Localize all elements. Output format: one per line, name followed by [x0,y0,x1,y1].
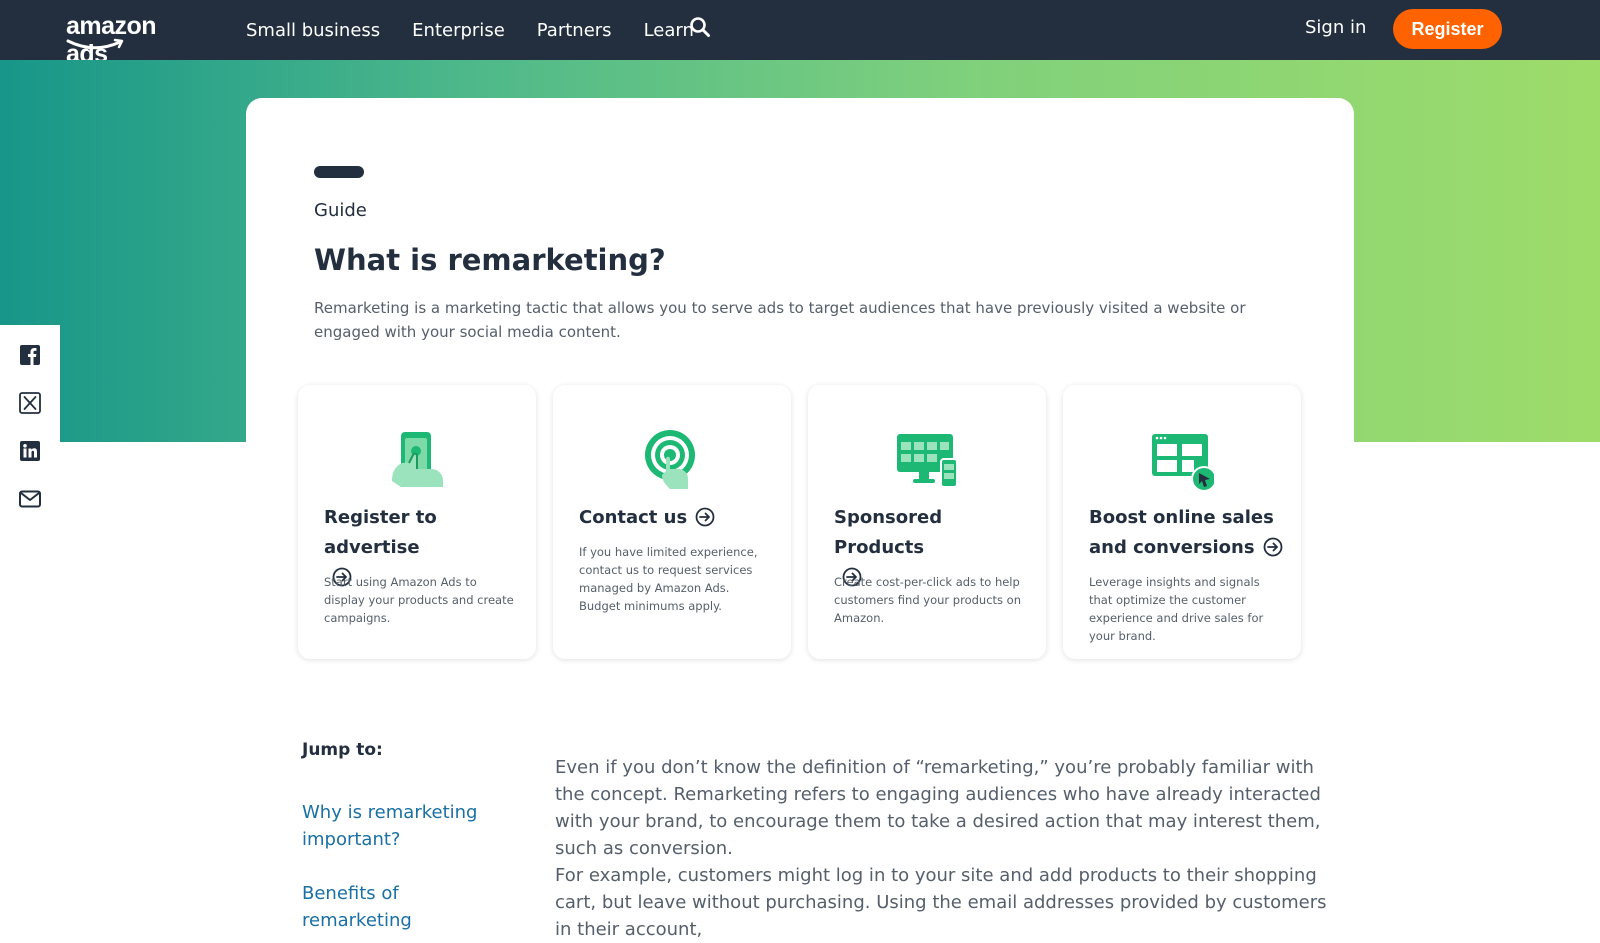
page-title: What is remarketing? [314,243,666,277]
nav-learn[interactable]: Learn [644,20,694,41]
card-description: Start using Amazon Ads to display your p… [324,575,514,625]
top-navigation-bar: amazon ads Small business Enterprise Par… [0,0,1600,68]
body-paragraph-1: Even if you don’t know the definition of… [555,757,1321,859]
linkedin-icon[interactable] [18,439,42,463]
facebook-icon[interactable] [18,343,42,367]
eyebrow-dash [314,166,364,178]
phone-touch-icon [392,432,443,487]
main-nav: Small business Enterprise Partners Learn [246,0,726,60]
email-icon[interactable] [18,487,42,511]
nav-enterprise[interactable]: Enterprise [412,20,505,41]
card-sponsored-products[interactable]: Sponsored Products Create cost-per-click… [808,385,1046,659]
nav-small-business[interactable]: Small business [246,20,380,41]
card-title[interactable]: Boost online sales and conversions [1089,503,1285,563]
card-description: If you have limited experience, contact … [579,545,758,613]
card-description: Create cost-per-click ads to help custom… [834,575,1022,625]
register-button[interactable]: Register [1393,9,1502,49]
smile-icon [66,38,124,50]
body-paragraph-2: For example, customers might log in to y… [555,865,1327,940]
jump-link-why-important[interactable]: Why is remarketing important? [302,799,502,853]
jump-link-benefits[interactable]: Benefits of remarketing [302,880,502,934]
amazon-ads-logo[interactable]: amazon ads [66,12,202,68]
card-register-to-advertise[interactable]: Register to advertise Start using Amazon… [298,385,536,659]
intro-text: Remarketing is a marketing tactic that a… [314,299,1246,341]
monitor-devices-icon [897,434,958,488]
search-icon[interactable] [689,16,711,38]
social-share-bar [0,325,60,525]
card-contact-us[interactable]: Contact us If you have limited experienc… [553,385,791,659]
browser-cursor-icon [1152,434,1214,491]
arrow-circle-icon [1263,537,1282,557]
target-touch-icon [645,430,695,489]
nav-partners[interactable]: Partners [537,20,612,41]
sign-in-link[interactable]: Sign in [1305,17,1366,38]
eyebrow-label: Guide [314,200,367,221]
card-description: Leverage insights and signals that optim… [1089,575,1264,643]
arrow-circle-icon [695,507,715,527]
card-title[interactable]: Contact us [579,503,775,533]
card-boost-online-sales[interactable]: Boost online sales and conversions Lever… [1063,385,1301,659]
x-icon[interactable] [18,391,42,415]
jump-to-label: Jump to: [302,740,383,760]
